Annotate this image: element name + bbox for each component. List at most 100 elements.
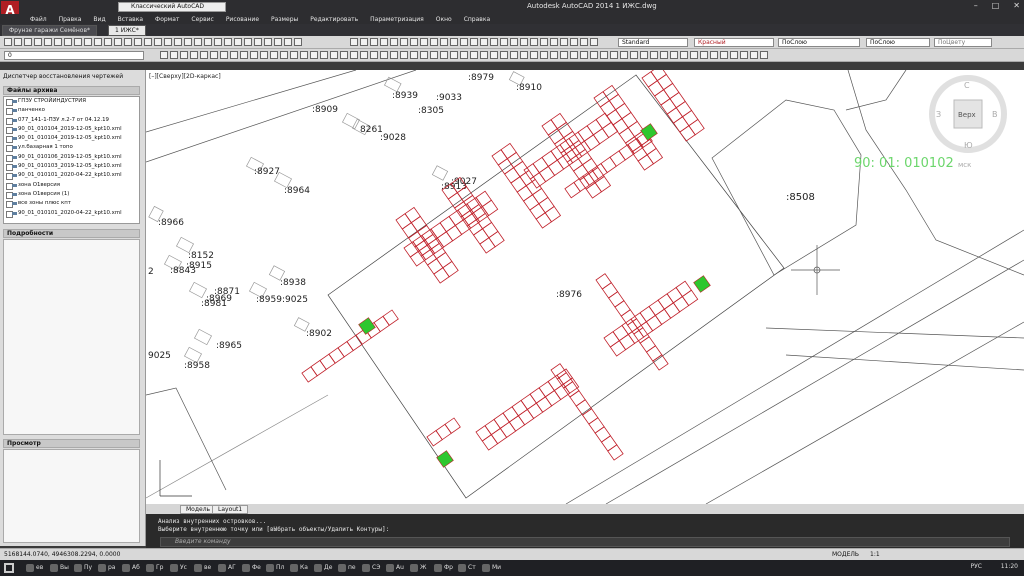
parcel-label: :8909 [312, 105, 338, 115]
list-item[interactable]: 077_141-1-ПЗУ л.2-7 от 04.12.19 [4, 116, 139, 125]
tab-layout1[interactable]: Layout1 [212, 505, 249, 514]
taskbar-item[interactable]: Пу [72, 562, 96, 574]
workspace-select[interactable]: Классический AutoCAD [118, 2, 226, 12]
parcel-label: :8508 [786, 192, 815, 203]
tab-model[interactable]: Модель [180, 505, 217, 514]
taskbar-item[interactable]: Ми [480, 562, 504, 574]
taskbar-item[interactable]: Вы [48, 562, 72, 574]
parking-cell [454, 218, 472, 236]
list-item[interactable]: панченко [4, 106, 139, 116]
taskbar-item[interactable]: СЭ [360, 562, 384, 574]
plotstyle-select[interactable]: ПоЦвету [934, 38, 992, 47]
parking-cell [547, 159, 565, 176]
taskbar-item[interactable]: Пл [264, 562, 288, 574]
list-item[interactable]: зона О1версия [4, 181, 139, 190]
parcel-label: :8915 [186, 261, 212, 271]
draw-tools[interactable] [160, 51, 768, 60]
taskbar-item[interactable]: ев [24, 562, 48, 574]
tab-izhs[interactable]: 1 ИЖС* [108, 25, 146, 36]
parcel-label: :8981 [201, 299, 227, 309]
list-item[interactable]: 90_01_010101_2020-04-22_kpt10.xml [4, 171, 139, 181]
list-item[interactable]: ул.базарная 1 топо [4, 143, 139, 153]
drawing-canvas[interactable]: :8979 :8910 :8909 :8939 :9033 :8305 :902… [146, 70, 1024, 504]
color-select[interactable]: Красный [694, 38, 774, 47]
parking-cell [609, 150, 626, 167]
taskbar-item[interactable]: Ка [288, 562, 312, 574]
taskbar-item[interactable]: Ус [168, 562, 192, 574]
list-item[interactable]: 90_01_010104_2019-12-05_kpt10.xml [4, 134, 139, 144]
minimize-icon[interactable]: – [974, 1, 978, 10]
taskbar-item[interactable]: пе [336, 562, 360, 574]
taskbar-item[interactable]: Гр [144, 562, 168, 574]
drawing-svg[interactable]: :8979 :8910 :8909 :8939 :9033 :8305 :902… [146, 70, 1024, 504]
list-item[interactable]: ГПЗУ СТРОЙИНДУСТРИЯ [4, 97, 139, 107]
parking-cell [603, 331, 620, 348]
parking-cell [337, 340, 354, 358]
model-space-toggle[interactable]: МОДЕЛЬ [832, 551, 859, 558]
dimension-tools[interactable] [350, 38, 598, 47]
parking-cell [526, 402, 544, 420]
taskbar-item[interactable]: Ст [456, 562, 480, 574]
linetype-select[interactable]: ПоСлою [778, 38, 860, 47]
viewcube-top[interactable]: Верх [958, 111, 976, 119]
parking-cell [654, 308, 672, 326]
parking-cell [621, 318, 638, 335]
list-item[interactable]: 90_01_010106_2019-12-05_kpt10.xml [4, 153, 139, 163]
viewcube-west[interactable]: З [936, 110, 941, 119]
taskbar-item[interactable]: Де [312, 562, 336, 574]
taskbar-item[interactable]: Ж [408, 562, 432, 574]
parking-cell [401, 222, 419, 239]
annotation-scale[interactable]: 1:1 [870, 551, 880, 558]
coordinate-readout[interactable]: 5168144.0740, 4946308.2294, 0.0000 [4, 551, 120, 558]
parking-cell [594, 175, 612, 193]
title-bar: A Классический AutoCAD Autodesk AutoCAD … [0, 0, 1024, 19]
preview-header[interactable]: Просмотр [3, 439, 140, 448]
parking-cell [532, 156, 549, 174]
files-header[interactable]: Файлы архива [3, 86, 140, 95]
list-item[interactable]: зона О1версия (1) [4, 190, 139, 200]
parcel-label: :8927 [254, 167, 280, 177]
parking-cell [650, 70, 667, 82]
text-style-select[interactable]: Standard [618, 38, 688, 47]
layer-select[interactable]: 0 [4, 51, 144, 60]
parking-cell [538, 165, 556, 183]
parking-cell [592, 127, 610, 145]
parking-cell [639, 336, 657, 353]
taskbar-item[interactable]: Фе [240, 562, 264, 574]
viewcube-east[interactable]: В [992, 110, 998, 119]
taskbar-item[interactable]: ве [192, 562, 216, 574]
taskbar-item[interactable]: Фр [432, 562, 456, 574]
parking-block [550, 363, 624, 461]
close-icon[interactable]: ✕ [1013, 1, 1020, 10]
parking-cell [491, 149, 508, 166]
viewcube-north[interactable]: С [964, 81, 970, 90]
tab-garages[interactable]: Фрунзе гаражи Семёнов* [2, 25, 97, 36]
parcel-label: :8913 [441, 182, 467, 192]
maximize-icon[interactable]: □ [992, 1, 1000, 10]
parking-cell [583, 134, 601, 151]
lineweight-select[interactable]: ПоСлою [866, 38, 930, 47]
parking-cell [500, 142, 517, 160]
viewport-controls[interactable]: [–][Сверху][2D-каркас] [149, 73, 221, 80]
details-header[interactable]: Подробности [3, 229, 140, 238]
drawing-recovery-panel: Диспетчер восстановления чертежей Файлы … [0, 70, 146, 546]
taskbar-item[interactable]: Аб [120, 562, 144, 574]
viewcube[interactable]: Верх С Ю В З [929, 75, 1007, 153]
taskbar-item[interactable]: ра [96, 562, 120, 574]
viewcube-south[interactable]: Ю [964, 141, 973, 150]
parking-cell [517, 408, 535, 426]
list-item[interactable]: 90_01_010104_2019-12-05_kpt10.xml [4, 125, 139, 135]
start-icon[interactable] [4, 563, 14, 573]
parking-cell [660, 98, 677, 115]
command-input[interactable]: Введите команду [160, 537, 1010, 547]
command-history-line: Анализ внутренних островков... [158, 518, 267, 525]
clock[interactable]: 11:20 [1001, 563, 1018, 570]
list-item[interactable]: 90_01_010103_2019-12-05_kpt10.xml [4, 162, 139, 172]
list-item[interactable]: 90_01_010101_2020-04-22_kpt10.xml [4, 209, 139, 218]
standard-tools[interactable] [4, 38, 302, 47]
list-item[interactable]: все зоны плюс кпт [4, 199, 139, 209]
parking-cell [621, 111, 638, 129]
language-indicator[interactable]: РУС [971, 563, 982, 570]
taskbar-item[interactable]: Au [384, 562, 408, 574]
taskbar-item[interactable]: АГ [216, 562, 240, 574]
